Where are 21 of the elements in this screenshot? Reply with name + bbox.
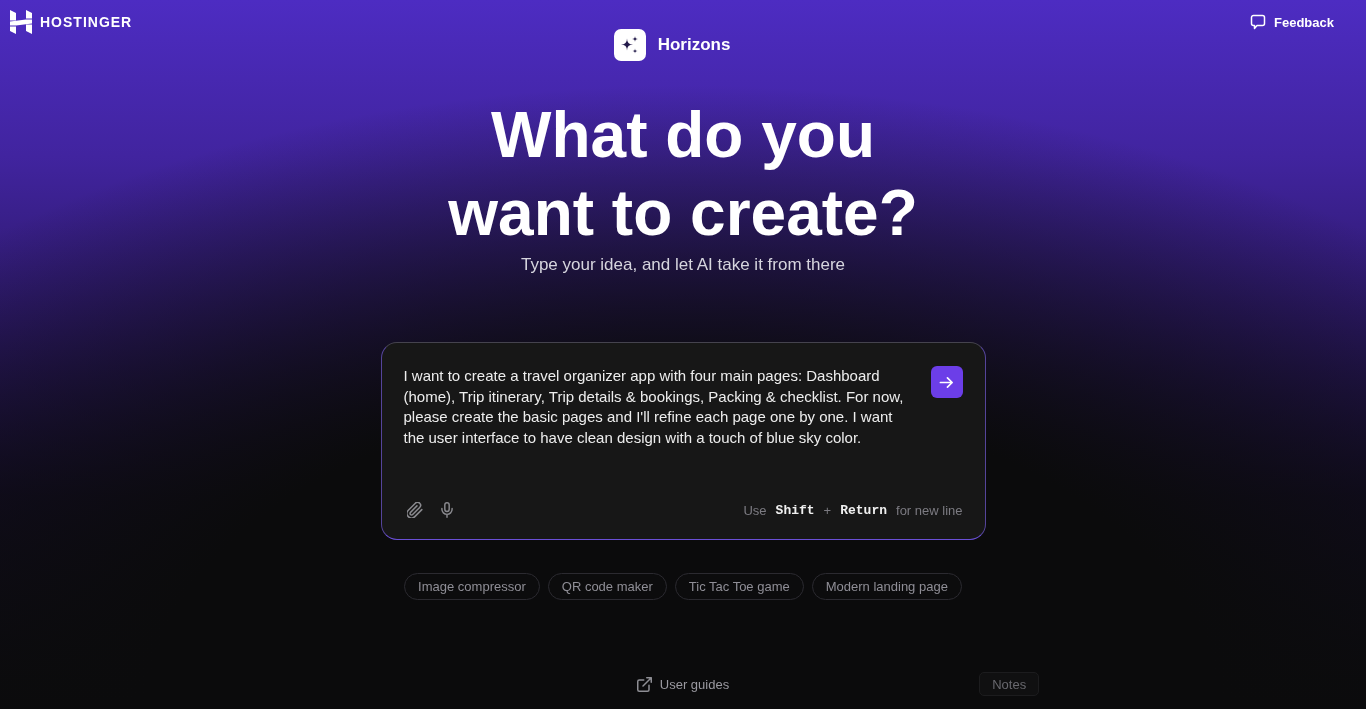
- paperclip-icon[interactable]: [406, 502, 423, 518]
- microphone-icon[interactable]: [440, 502, 453, 518]
- app-name: Horizons: [657, 35, 731, 55]
- user-guides-link[interactable]: User guides: [636, 676, 730, 692]
- shortcut-hint: Use Shift + Return for new line: [743, 502, 963, 518]
- feedback-button[interactable]: Feedback: [1250, 14, 1334, 30]
- h-logo-icon: [10, 10, 32, 34]
- speech-bubble-icon: [1250, 14, 1266, 30]
- notes-button[interactable]: Notes: [979, 672, 1040, 696]
- suggestion-chip[interactable]: Modern landing page: [811, 573, 962, 600]
- suggestion-chip[interactable]: Tic Tac Toe game: [674, 573, 804, 600]
- subtitle: Type your idea, and let AI take it from there: [520, 254, 846, 276]
- prompt-input[interactable]: I want to create a travel organizer app with four main pages: Dashboard (home), Trip itinerary, Trip details & bookings, Packing & checklist. For now, please create the basic pages and I'll refine each page one by one. I want the user interface to have clean design with a touch of blue sky color.: [403, 366, 917, 448]
- sparkles-icon: [613, 29, 646, 61]
- page-heading: What do you want to create?: [447, 98, 919, 251]
- send-button[interactable]: [930, 366, 963, 398]
- suggestion-chip[interactable]: QR code maker: [547, 573, 667, 600]
- external-link-icon: [636, 676, 652, 692]
- brand-logo[interactable]: HOSTINGER: [10, 10, 133, 34]
- arrow-right-icon: [939, 374, 954, 390]
- suggestion-chip[interactable]: Image compressor: [404, 573, 540, 600]
